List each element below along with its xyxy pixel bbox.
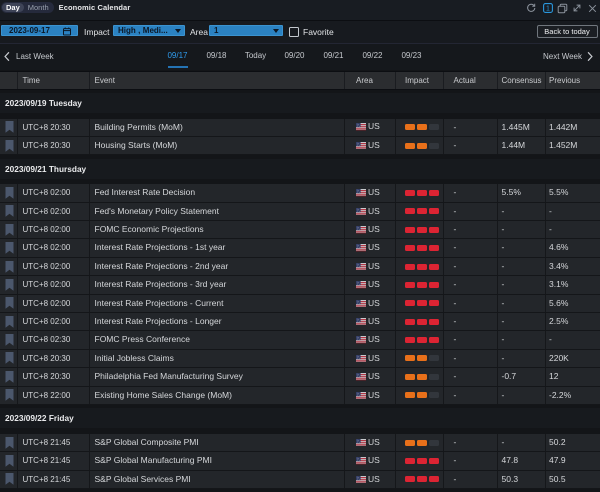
- svg-text:1: 1: [546, 6, 550, 13]
